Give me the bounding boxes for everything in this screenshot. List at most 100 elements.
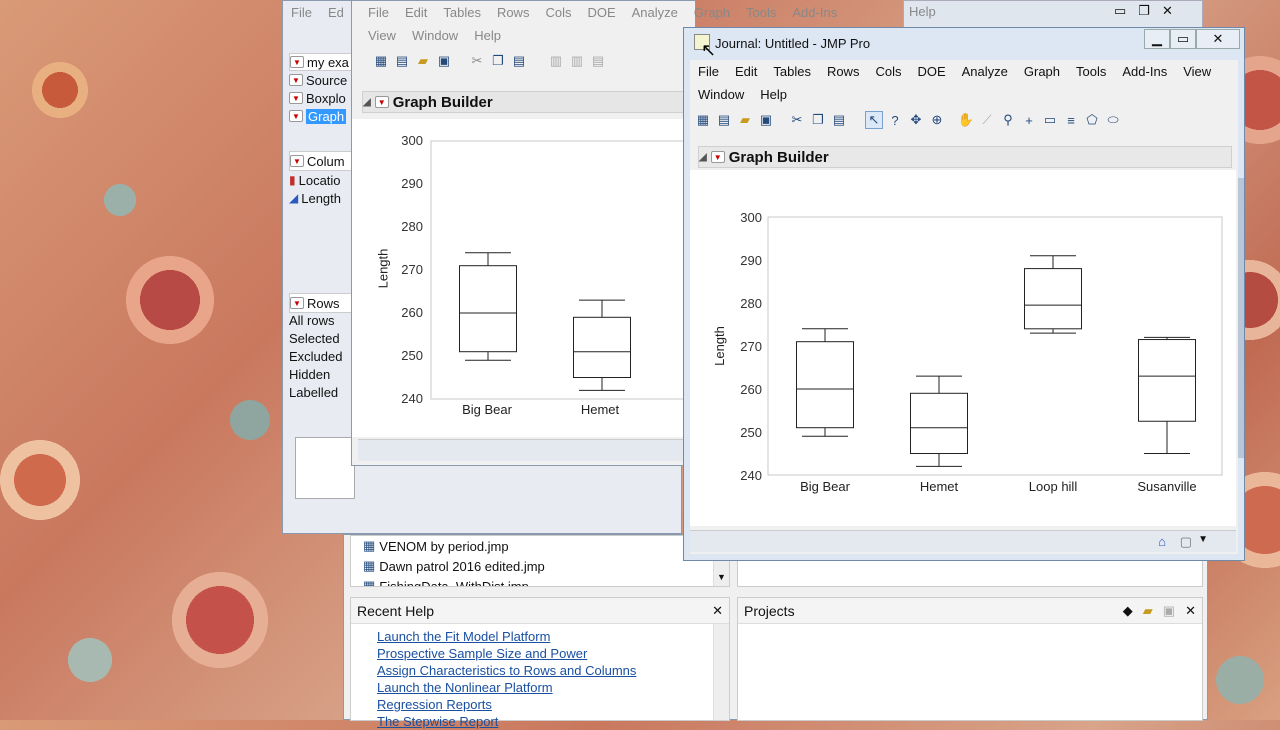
- crosshair-tool-icon[interactable]: ⊕: [928, 111, 946, 129]
- menu-help[interactable]: Help: [466, 28, 509, 43]
- home-icon[interactable]: ⌂: [1158, 534, 1166, 549]
- home-window[interactable]: ▦ VENOM by period.jmp ▦ Dawn patrol 2016 e…: [343, 534, 1208, 729]
- red-triangle-icon[interactable]: ▼: [710, 151, 725, 163]
- menu-file[interactable]: File: [283, 5, 320, 20]
- annotate-icon[interactable]: ▭: [1041, 111, 1059, 129]
- menu-tables[interactable]: Tables: [765, 64, 819, 79]
- polygon-tool-icon[interactable]: ⬠: [1083, 111, 1101, 129]
- magnifier-icon[interactable]: ⚲: [999, 111, 1017, 129]
- menu-window[interactable]: Window: [690, 87, 752, 102]
- minimize-icon[interactable]: ▭: [1114, 3, 1126, 19]
- menu-analyze[interactable]: Analyze: [624, 5, 686, 20]
- cut-icon[interactable]: ✂: [468, 52, 486, 70]
- table-icon[interactable]: ▥: [547, 52, 565, 70]
- disclosure-icon[interactable]: ◢: [363, 97, 371, 108]
- menu-edit[interactable]: Edit: [397, 5, 435, 20]
- stack-icon[interactable]: ▤: [589, 52, 607, 70]
- close-icon[interactable]: ✕: [1196, 29, 1240, 49]
- red-triangle-icon[interactable]: ▼: [290, 155, 304, 167]
- red-triangle-icon[interactable]: ▼: [290, 297, 304, 309]
- open-icon[interactable]: ▰: [414, 52, 432, 70]
- menu-addins[interactable]: Add-Ins: [1114, 64, 1175, 79]
- column-item-length[interactable]: ◢ Length: [289, 189, 355, 207]
- menu-doe[interactable]: DOE: [909, 64, 953, 79]
- help-tool-icon[interactable]: ?: [886, 111, 904, 129]
- restore-icon[interactable]: ❐: [1138, 3, 1150, 19]
- selection-tool-icon[interactable]: ✥: [907, 111, 925, 129]
- cut-icon[interactable]: ✂: [788, 111, 806, 129]
- save-project-icon[interactable]: ▣: [1163, 603, 1175, 619]
- arrow-tool-icon[interactable]: ↖: [865, 111, 883, 129]
- new-table-icon[interactable]: ▦: [372, 52, 390, 70]
- right-window-help-menu[interactable]: Help: [909, 4, 936, 19]
- menu-help[interactable]: Help: [752, 87, 795, 102]
- menu-tools[interactable]: Tools: [738, 5, 784, 20]
- window-list-icon[interactable]: ▢: [1180, 534, 1192, 550]
- red-triangle-icon[interactable]: ▼: [289, 92, 303, 104]
- red-triangle-icon[interactable]: ▼: [289, 110, 303, 122]
- help-link[interactable]: Launch the Nonlinear Platform: [377, 679, 729, 696]
- red-triangle-icon[interactable]: ▼: [290, 56, 304, 68]
- help-link[interactable]: Assign Characteristics to Rows and Colum…: [377, 662, 729, 679]
- oval-tool-icon[interactable]: ⬭: [1104, 111, 1122, 129]
- open-project-icon[interactable]: ▰: [1143, 603, 1153, 619]
- chevron-down-icon[interactable]: ▼: [1198, 534, 1208, 545]
- help-link[interactable]: Launch the Fit Model Platform: [377, 628, 729, 645]
- red-triangle-icon[interactable]: ▼: [374, 96, 389, 108]
- menu-analyze[interactable]: Analyze: [954, 64, 1016, 79]
- paste-icon[interactable]: ▤: [830, 111, 848, 129]
- split-icon[interactable]: ▥: [568, 52, 586, 70]
- table-item-boxplot[interactable]: ▼ Boxplo: [289, 89, 355, 107]
- close-icon[interactable]: ✕: [1185, 603, 1196, 619]
- menu-view[interactable]: View: [1175, 64, 1219, 79]
- rows-panel-header[interactable]: ▼ Rows: [289, 293, 355, 313]
- recent-file-item[interactable]: ▦ FishingData_WithDist.jmp: [351, 576, 729, 586]
- recent-file-item[interactable]: ▦ Dawn patrol 2016 edited.jmp: [351, 556, 729, 576]
- menu-cols[interactable]: Cols: [867, 64, 909, 79]
- recent-file-item[interactable]: ▦ VENOM by period.jmp: [351, 536, 729, 556]
- menu-rows[interactable]: Rows: [489, 5, 538, 20]
- journal-window[interactable]: Journal: Untitled - JMP Pro ▁ ▭ ✕ File E…: [683, 27, 1245, 561]
- new-script-icon[interactable]: ▤: [715, 111, 733, 129]
- table-item-myexa[interactable]: ▼ my exa: [289, 53, 355, 71]
- menu-file[interactable]: File: [360, 5, 397, 20]
- disclosure-icon[interactable]: ◢: [699, 152, 707, 163]
- journal-scrollbar[interactable]: [1238, 178, 1244, 458]
- menu-rows[interactable]: Rows: [819, 64, 868, 79]
- menu-graph[interactable]: Graph: [1016, 64, 1068, 79]
- help-link[interactable]: The Stepwise Report: [377, 713, 729, 730]
- column-item-location[interactable]: ▮ Locatio: [289, 171, 355, 189]
- menu-file[interactable]: File: [690, 64, 727, 79]
- right-background-window[interactable]: Help ▭ ❐ ✕: [903, 0, 1203, 30]
- crosshair-plus-icon[interactable]: +: [1020, 111, 1038, 129]
- menu-addins[interactable]: Add-Ins: [784, 5, 845, 20]
- report-window[interactable]: File Edit Tables Rows Cols DOE Analyze G…: [351, 0, 837, 466]
- new-project-icon[interactable]: ◆: [1123, 603, 1133, 619]
- columns-panel-header[interactable]: ▼ Colum: [289, 151, 355, 171]
- copy-icon[interactable]: ❐: [809, 111, 827, 129]
- menu-graph[interactable]: Graph: [686, 5, 738, 20]
- brush-tool-icon[interactable]: ⟋: [978, 111, 996, 129]
- report-thumbnail[interactable]: [295, 437, 355, 499]
- menu-doe[interactable]: DOE: [579, 5, 623, 20]
- help-link[interactable]: Regression Reports: [377, 696, 729, 713]
- new-table-icon[interactable]: ▦: [694, 111, 712, 129]
- copy-icon[interactable]: ❐: [489, 52, 507, 70]
- menu-edit[interactable]: Ed: [320, 5, 352, 20]
- menu-tables[interactable]: Tables: [435, 5, 489, 20]
- menu-view[interactable]: View: [360, 28, 404, 43]
- help-link[interactable]: Prospective Sample Size and Power: [377, 645, 729, 662]
- close-icon[interactable]: ✕: [712, 603, 723, 619]
- table-item-source[interactable]: ▼ Source: [289, 71, 355, 89]
- menu-window[interactable]: Window: [404, 28, 466, 43]
- red-triangle-icon[interactable]: ▼: [289, 74, 303, 86]
- paste-icon[interactable]: ▤: [510, 52, 528, 70]
- close-icon[interactable]: ✕: [1162, 3, 1173, 19]
- journal-titlebar[interactable]: Journal: Untitled - JMP Pro ▁ ▭ ✕: [684, 28, 1244, 58]
- recent-help-scrollbar[interactable]: [713, 624, 729, 720]
- maximize-icon[interactable]: ▭: [1170, 29, 1196, 49]
- line-tool-icon[interactable]: ≡: [1062, 111, 1080, 129]
- hand-tool-icon[interactable]: ✋: [957, 111, 975, 129]
- open-icon[interactable]: ▰: [736, 111, 754, 129]
- new-script-icon[interactable]: ▤: [393, 52, 411, 70]
